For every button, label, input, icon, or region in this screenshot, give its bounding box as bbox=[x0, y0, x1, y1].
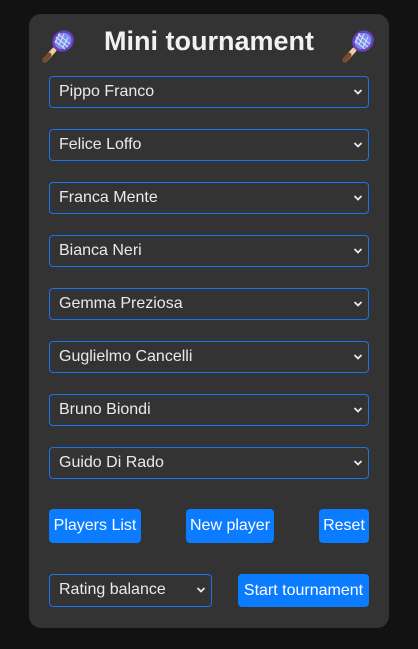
chevron-down-icon bbox=[353, 301, 363, 307]
player-select-1[interactable]: Pippo Franco bbox=[49, 76, 369, 108]
player-select-2[interactable]: Felice Loffo bbox=[49, 129, 369, 161]
chevron-down-icon bbox=[353, 89, 363, 95]
player-select-8[interactable]: Guido Di Rado bbox=[49, 447, 369, 479]
tennis-racket-icon bbox=[342, 30, 374, 63]
player-select-value: Guglielmo Cancelli bbox=[59, 348, 193, 365]
player-select-7[interactable]: Bruno Biondi bbox=[49, 394, 369, 426]
page-title: Mini tournament bbox=[104, 26, 314, 56]
chevron-down-icon bbox=[353, 460, 363, 466]
player-select-6[interactable]: Guglielmo Cancelli bbox=[49, 341, 369, 373]
player-select-value: Bruno Biondi bbox=[59, 401, 151, 418]
reset-button[interactable]: Reset bbox=[319, 509, 369, 543]
header: Mini tournament bbox=[29, 24, 389, 64]
player-select-3[interactable]: Franca Mente bbox=[49, 182, 369, 214]
players-list-button[interactable]: Players List bbox=[49, 509, 141, 543]
chevron-down-icon bbox=[353, 407, 363, 413]
chevron-down-icon bbox=[353, 195, 363, 201]
chevron-down-icon bbox=[353, 142, 363, 148]
player-select-4[interactable]: Bianca Neri bbox=[49, 235, 369, 267]
player-select-value: Bianca Neri bbox=[59, 242, 142, 259]
player-select-value: Guido Di Rado bbox=[59, 454, 164, 471]
player-select-value: Franca Mente bbox=[59, 189, 158, 206]
start-tournament-button[interactable]: Start tournament bbox=[238, 574, 369, 607]
balance-mode-select[interactable]: Rating balance bbox=[49, 574, 212, 607]
chevron-down-icon bbox=[353, 354, 363, 360]
tournament-card: Mini tournament Pippo Franco Felice Loff… bbox=[29, 14, 389, 628]
player-select-value: Felice Loffo bbox=[59, 136, 142, 153]
player-select-value: Gemma Preziosa bbox=[59, 295, 183, 312]
player-select-value: Pippo Franco bbox=[59, 83, 155, 100]
new-player-button[interactable]: New player bbox=[186, 509, 274, 543]
player-select-5[interactable]: Gemma Preziosa bbox=[49, 288, 369, 320]
chevron-down-icon bbox=[353, 248, 363, 254]
chevron-down-icon bbox=[196, 587, 206, 593]
balance-mode-value: Rating balance bbox=[59, 581, 166, 598]
